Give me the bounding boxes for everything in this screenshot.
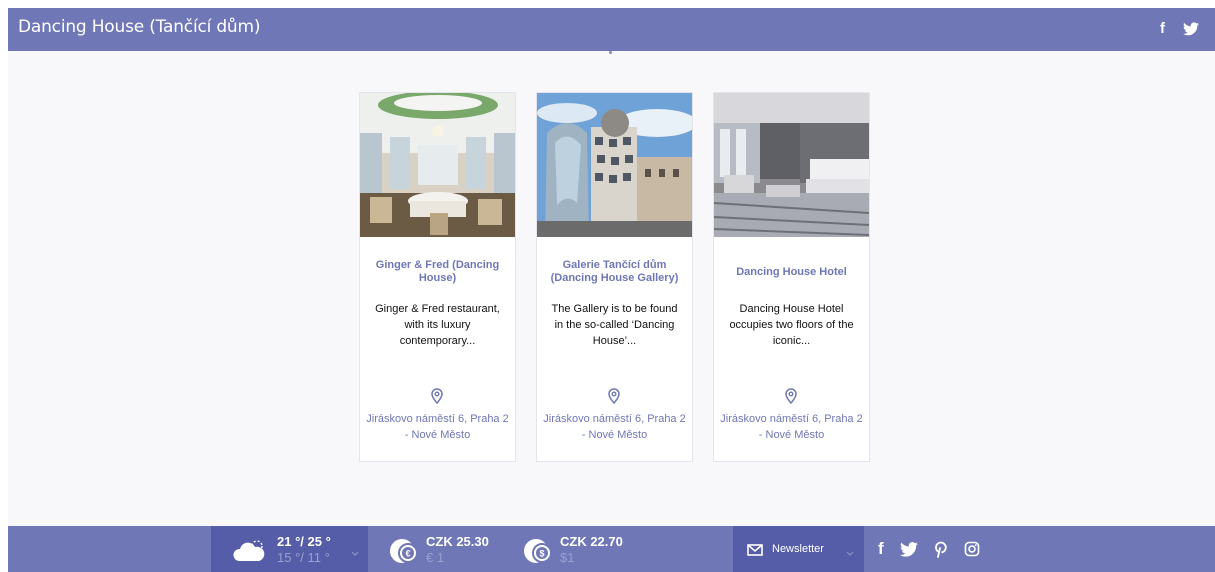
venue-card[interactable]: Ginger & Fred (Dancing House) Ginger & F… — [359, 92, 516, 462]
chevron-down-icon[interactable] — [846, 544, 854, 562]
location-pin-icon — [784, 388, 798, 409]
venue-name[interactable]: Dancing House Hotel — [722, 243, 861, 301]
svg-text:$: $ — [539, 549, 544, 559]
twitter-icon[interactable] — [899, 541, 918, 557]
currency-base: € 1 — [426, 550, 445, 565]
weather-high: 21 °/ 25 ° — [277, 534, 331, 549]
venue-address[interactable]: Jiráskovo náměstí 6, Praha 2 - Nové Měst… — [543, 411, 686, 443]
top-bar: Dancing House (Tančící dům) f — [8, 8, 1215, 51]
dollar-coin-icon: $ — [522, 535, 554, 570]
venue-name[interactable]: Galerie Tančící dům (Dancing House Galle… — [545, 243, 684, 301]
euro-coin-icon: € — [388, 535, 420, 570]
venue-description: The Gallery is to be found in the so-cal… — [551, 303, 678, 347]
currency-rate: CZK 22.70 — [560, 534, 623, 549]
location-pin-icon — [607, 388, 621, 409]
venue-name[interactable]: Ginger & Fred (Dancing House) — [368, 243, 507, 301]
section-marker — [609, 51, 612, 54]
footer-social-links: f — [878, 540, 980, 558]
main-content: Ginger & Fred (Dancing House) Ginger & F… — [8, 51, 1215, 526]
location-pin-icon — [430, 388, 444, 409]
footer-bar: 21 °/ 25 ° 15 °/ 11 ° € CZK 25.30 € 1 $ … — [8, 526, 1215, 572]
venue-card[interactable]: Dancing House Hotel Dancing House Hotel … — [713, 92, 870, 462]
currency-eur[interactable]: € CZK 25.30 € 1 — [388, 526, 498, 572]
svg-text:€: € — [405, 549, 410, 559]
weather-low: 15 °/ 11 ° — [277, 550, 330, 565]
envelope-icon — [747, 543, 763, 561]
header-social-links: f — [1160, 20, 1199, 38]
venue-address[interactable]: Jiráskovo náměstí 6, Praha 2 - Nové Měst… — [366, 411, 509, 443]
newsletter-button[interactable]: Newsletter — [733, 526, 864, 572]
currency-rate: CZK 25.30 — [426, 534, 489, 549]
dancing-house-building-photo — [537, 93, 692, 237]
partly-cloudy-icon — [231, 537, 271, 568]
twitter-icon[interactable] — [1183, 22, 1199, 36]
facebook-icon[interactable]: f — [878, 540, 884, 558]
currency-base: $1 — [560, 550, 575, 565]
venue-address[interactable]: Jiráskovo náměstí 6, Praha 2 - Nové Měst… — [720, 411, 863, 443]
page: Dancing House (Tančící dům) f Ginger & F… — [0, 0, 1215, 572]
chevron-down-icon[interactable] — [351, 544, 359, 562]
newsletter-label: Newsletter — [772, 543, 824, 555]
venue-description: Ginger & Fred restaurant, with its luxur… — [375, 303, 500, 347]
restaurant-interior-photo — [360, 93, 515, 237]
venue-description: Dancing House Hotel occupies two floors … — [729, 303, 854, 347]
currency-usd[interactable]: $ CZK 22.70 $1 — [522, 526, 632, 572]
facebook-icon[interactable]: f — [1160, 20, 1165, 38]
weather-widget[interactable]: 21 °/ 25 ° 15 °/ 11 ° — [211, 526, 368, 572]
pinterest-icon[interactable] — [934, 541, 948, 558]
venue-card[interactable]: Galerie Tančící dům (Dancing House Galle… — [536, 92, 693, 462]
page-title: Dancing House (Tančící dům) — [18, 17, 261, 37]
instagram-icon[interactable] — [964, 541, 980, 557]
hotel-room-photo — [714, 93, 869, 237]
